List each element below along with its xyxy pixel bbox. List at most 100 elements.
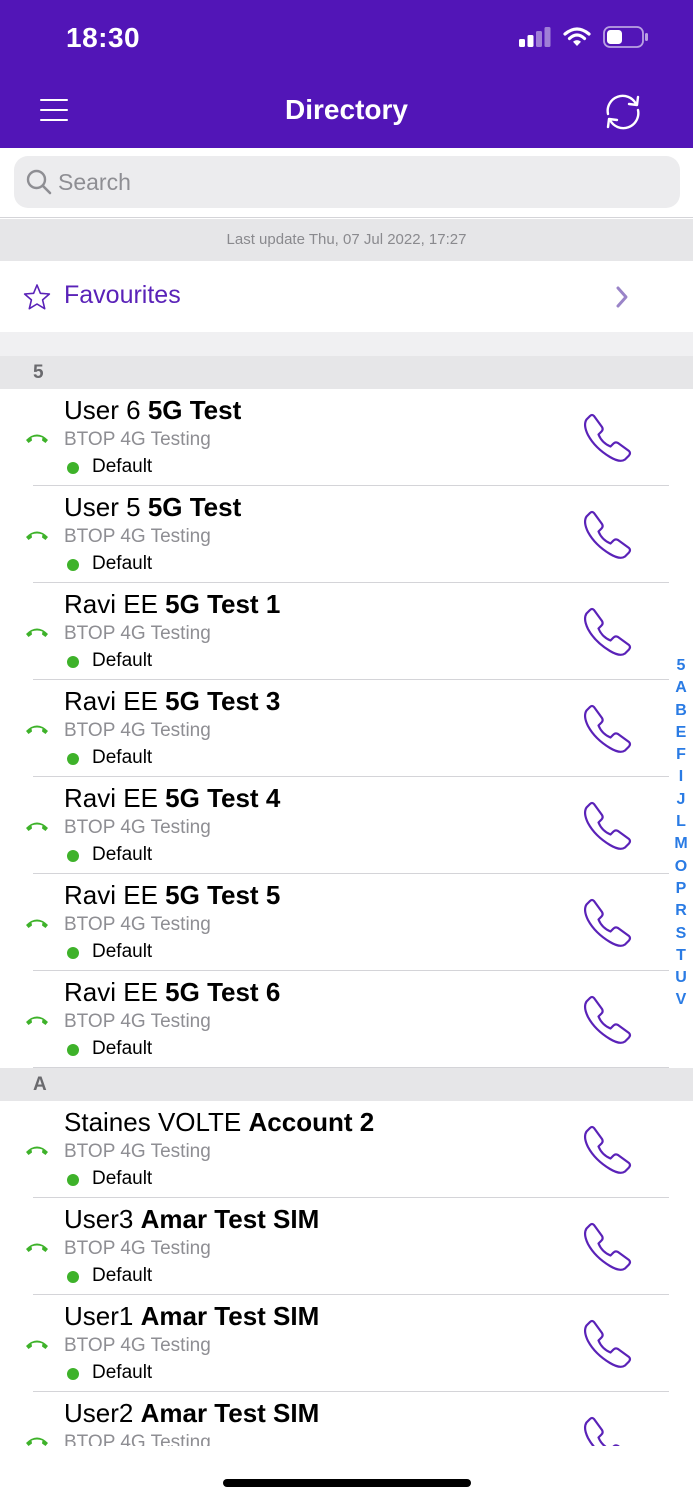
contact-last-name: Amar Test SIM bbox=[140, 1301, 320, 1331]
contact-name: Ravi EE 5G Test 5 bbox=[64, 880, 280, 911]
index-letter[interactable]: 5 bbox=[677, 655, 686, 677]
presence-status: Default bbox=[92, 553, 153, 574]
favourites-row[interactable]: Favourites bbox=[0, 261, 693, 332]
contact-last-name: 5G Test 1 bbox=[165, 589, 281, 619]
contact-first-name: Ravi EE bbox=[64, 686, 158, 716]
index-letter[interactable]: F bbox=[676, 744, 686, 766]
contact-company: BTOP 4G Testing bbox=[64, 429, 211, 450]
index-letter[interactable]: T bbox=[676, 945, 686, 967]
contact-row[interactable]: Ravi EE 5G Test 4 BTOP 4G Testing Default bbox=[0, 777, 693, 874]
search-bar bbox=[0, 148, 693, 218]
call-button[interactable] bbox=[580, 896, 634, 955]
refresh-button[interactable] bbox=[600, 92, 646, 132]
phone-outline-icon bbox=[580, 413, 634, 469]
favourites-label: Favourites bbox=[64, 281, 181, 309]
index-letter[interactable]: A bbox=[675, 677, 687, 699]
contact-company: BTOP 4G Testing bbox=[64, 817, 211, 838]
phone-outline-icon bbox=[580, 1222, 634, 1278]
contact-list[interactable]: 5 User 6 5G Test BTOP 4G Testing Default Use… bbox=[0, 356, 693, 1446]
index-letter[interactable]: I bbox=[679, 766, 683, 788]
contact-company: BTOP 4G Testing bbox=[64, 623, 211, 644]
home-indicator bbox=[223, 1479, 471, 1487]
call-button[interactable] bbox=[580, 1414, 634, 1446]
section-spacer bbox=[0, 332, 693, 356]
index-letter[interactable]: E bbox=[676, 722, 687, 744]
contact-name: User3 Amar Test SIM bbox=[64, 1204, 319, 1235]
index-letter[interactable]: L bbox=[676, 811, 686, 833]
index-letter[interactable]: V bbox=[676, 989, 687, 1011]
contact-row[interactable]: Ravi EE 5G Test 3 BTOP 4G Testing Default bbox=[0, 680, 693, 777]
contact-name: User2 Amar Test SIM bbox=[64, 1398, 319, 1429]
contact-first-name: User 6 bbox=[64, 395, 141, 425]
presence-dot-icon bbox=[67, 462, 79, 474]
contact-row[interactable]: User2 Amar Test SIMBTOP 4G TestingDefaul… bbox=[0, 1392, 693, 1446]
contact-first-name: Ravi EE bbox=[64, 783, 158, 813]
search-input[interactable] bbox=[58, 156, 658, 208]
alphabet-index[interactable]: 5ABEFIJLMOPRSTUV bbox=[670, 655, 692, 1012]
contact-last-name: 5G Test 3 bbox=[165, 686, 281, 716]
green-handset-icon bbox=[24, 431, 50, 450]
index-letter[interactable]: J bbox=[677, 789, 686, 811]
phone-outline-icon bbox=[580, 1319, 634, 1375]
section-header: 5 bbox=[0, 356, 693, 389]
star-outline-icon bbox=[23, 284, 51, 310]
search-field[interactable] bbox=[14, 156, 680, 208]
presence-dot-icon bbox=[67, 753, 79, 765]
index-letter[interactable]: R bbox=[675, 900, 687, 922]
status-icons bbox=[519, 26, 649, 48]
presence-status: Default bbox=[92, 1265, 153, 1286]
index-letter[interactable]: O bbox=[675, 856, 687, 878]
call-button[interactable] bbox=[580, 605, 634, 664]
contact-company: BTOP 4G Testing bbox=[64, 914, 211, 935]
index-letter[interactable]: U bbox=[675, 967, 687, 989]
contact-company: BTOP 4G Testing bbox=[64, 1432, 211, 1446]
green-handset-icon bbox=[24, 1240, 50, 1259]
contact-company: BTOP 4G Testing bbox=[64, 1011, 211, 1032]
index-letter[interactable]: P bbox=[676, 878, 687, 900]
call-button[interactable] bbox=[580, 799, 634, 858]
presence-status: Default bbox=[92, 1168, 153, 1189]
contact-row[interactable]: Ravi EE 5G Test 5 BTOP 4G Testing Default bbox=[0, 874, 693, 971]
contact-first-name: User 5 bbox=[64, 492, 141, 522]
contact-row[interactable]: User3 Amar Test SIM BTOP 4G Testing Defaul… bbox=[0, 1198, 693, 1295]
green-handset-icon bbox=[24, 1337, 50, 1356]
index-letter[interactable]: B bbox=[675, 700, 687, 722]
green-handset-icon bbox=[24, 625, 50, 644]
contact-first-name: Ravi EE bbox=[64, 589, 158, 619]
last-update-text: Last update Thu, 07 Jul 2022, 17:27 bbox=[0, 219, 693, 261]
contact-first-name: Ravi EE bbox=[64, 977, 158, 1007]
presence-dot-icon bbox=[67, 850, 79, 862]
call-button[interactable] bbox=[580, 993, 634, 1052]
phone-outline-icon bbox=[580, 510, 634, 566]
contact-row[interactable]: User 5 5G Test BTOP 4G Testing Default bbox=[0, 486, 693, 583]
contact-row[interactable]: Staines VOLTE Account 2 BTOP 4G Testing De… bbox=[0, 1101, 693, 1198]
app-header: 18:30 Directory bbox=[0, 0, 693, 148]
status-time: 18:30 bbox=[66, 22, 141, 53]
presence-dot-icon bbox=[67, 947, 79, 959]
contact-name: User1 Amar Test SIM bbox=[64, 1301, 319, 1332]
contact-row[interactable]: User1 Amar Test SIM BTOP 4G Testing Defaul… bbox=[0, 1295, 693, 1392]
call-button[interactable] bbox=[580, 702, 634, 761]
call-button[interactable] bbox=[580, 1123, 634, 1182]
presence-status: Default bbox=[92, 844, 153, 865]
presence-status: Default bbox=[92, 1362, 153, 1383]
contact-row[interactable]: Ravi EE 5G Test 6 BTOP 4G Testing Default bbox=[0, 971, 693, 1068]
contact-name: Ravi EE 5G Test 1 bbox=[64, 589, 280, 620]
call-button[interactable] bbox=[580, 1317, 634, 1376]
presence-status: Default bbox=[92, 941, 153, 962]
chevron-right-icon bbox=[616, 286, 628, 308]
call-button[interactable] bbox=[580, 411, 634, 470]
contact-last-name: 5G Test 5 bbox=[165, 880, 281, 910]
presence-dot-icon bbox=[67, 1368, 79, 1380]
cellular-signal-icon bbox=[519, 27, 551, 47]
call-button[interactable] bbox=[580, 508, 634, 567]
contact-name: Ravi EE 5G Test 6 bbox=[64, 977, 280, 1008]
contact-row[interactable]: Ravi EE 5G Test 1 BTOP 4G Testing Default bbox=[0, 583, 693, 680]
contact-name: User 5 5G Test bbox=[64, 492, 241, 523]
index-letter[interactable]: M bbox=[674, 833, 687, 855]
contact-company: BTOP 4G Testing bbox=[64, 1335, 211, 1356]
contact-row[interactable]: User 6 5G Test BTOP 4G Testing Default bbox=[0, 389, 693, 486]
battery-icon bbox=[603, 26, 648, 48]
index-letter[interactable]: S bbox=[676, 923, 687, 945]
call-button[interactable] bbox=[580, 1220, 634, 1279]
